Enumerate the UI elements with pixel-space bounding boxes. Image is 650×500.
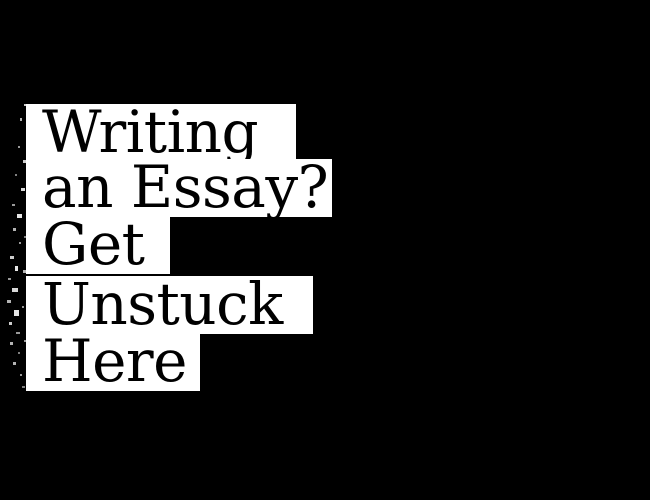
headline-line-2: an Essay? (26, 158, 332, 217)
headline: Writing an Essay? Get Unstuck Here (26, 103, 346, 394)
headline-line-4: Unstuck (26, 275, 313, 334)
headline-line-5: Here (26, 332, 200, 391)
headline-line-3: Get (26, 215, 170, 274)
promo-banner: Writing an Essay? Get Unstuck Here (0, 0, 650, 500)
